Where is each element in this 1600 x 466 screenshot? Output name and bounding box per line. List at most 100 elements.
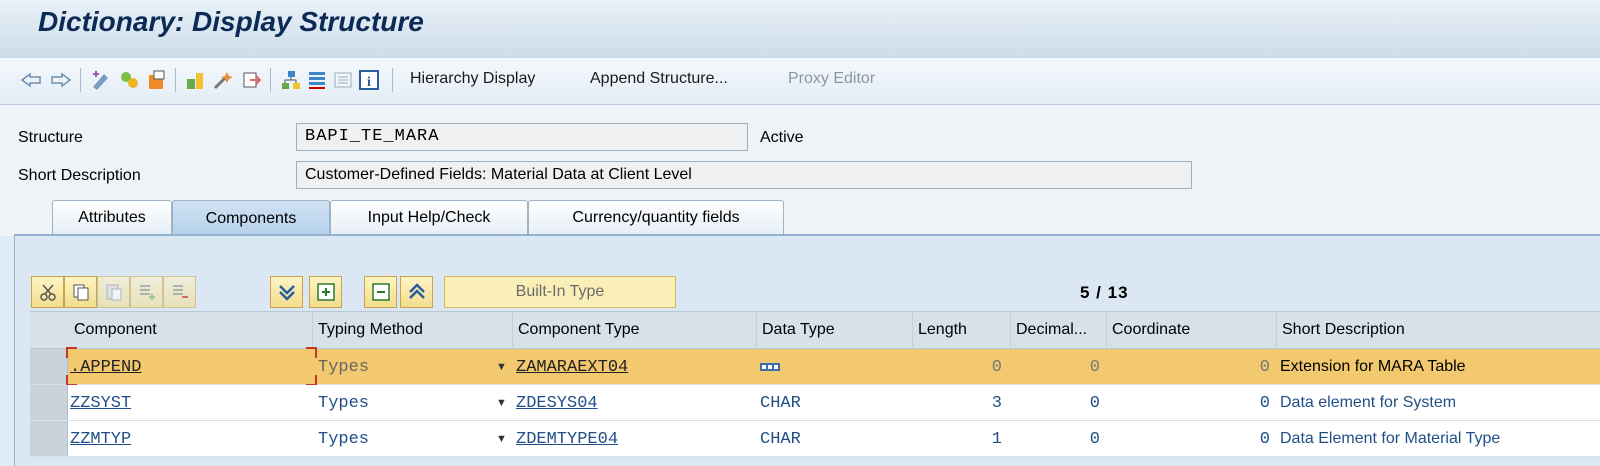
cut-button[interactable] [31,276,64,308]
collapse-all-button[interactable] [400,276,433,308]
row-counter: 5 / 13 [1080,283,1129,302]
test-icon[interactable] [240,69,262,91]
component-type-link[interactable]: ZDEMTYPE04 [516,430,618,449]
info-icon[interactable]: i [358,69,380,91]
typing-method-cell[interactable]: Types [318,349,498,385]
technical-settings-icon[interactable] [306,69,328,91]
column-header-short-description[interactable]: Short Description [1282,321,1405,339]
application-toolbar: i Hierarchy Display Append Structure... … [0,58,1600,105]
chevron-down-icon[interactable]: ▼ [496,349,507,385]
column-divider [1276,312,1277,350]
column-divider [1106,312,1107,350]
component-type-cell[interactable]: ZDESYS04 [516,385,752,421]
toolbar-separator [80,68,81,92]
row-selector[interactable] [30,349,68,384]
component-type-link[interactable]: ZDESYS04 [516,394,598,413]
data-type-cell[interactable]: CHAR [760,421,900,457]
tab-currency-quantity-fields[interactable]: Currency/quantity fields [528,200,784,234]
title-bar: Dictionary: Display Structure [0,0,1600,58]
column-divider [1010,312,1011,350]
where-used-icon[interactable] [146,69,168,91]
proxy-editor-button[interactable]: Proxy Editor [788,70,875,88]
insert-row-button[interactable] [130,276,163,308]
check-icon[interactable] [212,69,234,91]
built-in-type-button[interactable]: Built-In Type [444,276,676,308]
forward-icon[interactable] [50,69,72,91]
chevron-down-icon [278,285,295,301]
table-row[interactable]: .APPEND Types ▼ ZAMARAEXT04 0 0 0 Extens… [30,347,1600,386]
component-name[interactable]: ZZSYST [70,394,131,413]
short-description-field[interactable]: Customer-Defined Fields: Material Data a… [296,161,1192,189]
row-selector[interactable] [30,421,68,456]
activate-icon[interactable] [184,69,206,91]
data-type-cell [760,349,900,385]
chevron-down-icon[interactable]: ▼ [496,385,507,421]
tab-strip: Attributes Components Input Help/Check C… [0,198,1600,236]
component-cell[interactable]: ZZMTYP [70,421,310,457]
column-header-data-type[interactable]: Data Type [762,321,835,339]
coordinate-cell[interactable]: 0 [1112,349,1270,385]
table-row[interactable]: ZZMTYP Types ▼ ZDEMTYPE04 CHAR 1 0 0 Dat… [30,421,1600,457]
column-header-typing-method[interactable]: Typing Method [318,321,423,339]
tab-input-help-check[interactable]: Input Help/Check [330,200,528,234]
typing-method-cell[interactable]: Types [318,385,498,421]
tab-attributes[interactable]: Attributes [52,200,172,234]
svg-text:i: i [367,75,371,90]
scissors-icon [39,284,56,301]
expand-all-button[interactable] [270,276,303,308]
tab-components[interactable]: Components [172,200,330,236]
collapse-icon [371,283,390,301]
structure-type-icon [760,363,780,371]
component-type-link[interactable]: ZAMARAEXT04 [516,358,628,377]
paste-button[interactable] [97,276,130,308]
focus-corner [306,347,317,358]
status-text: Active [760,129,804,146]
append-structure-button[interactable]: Append Structure... [590,70,728,88]
structure-field[interactable]: BAPI_TE_MARA [296,123,748,151]
decimal-cell[interactable]: 0 [1016,385,1100,421]
expand-icon [316,283,335,301]
component-cell[interactable]: ZZSYST [70,385,310,421]
other-object-icon[interactable] [118,69,140,91]
collapse-node-button[interactable] [364,276,397,308]
table-header: Component Typing Method Component Type D… [30,311,1600,350]
length-cell[interactable]: 3 [918,385,1002,421]
expand-node-button[interactable] [309,276,342,308]
length-cell[interactable]: 0 [918,349,1002,385]
delete-row-button[interactable] [163,276,196,308]
back-icon[interactable] [20,69,42,91]
display-change-icon[interactable] [90,69,112,91]
component-name[interactable]: ZZMTYP [70,430,131,449]
typing-method-cell[interactable]: Types [318,421,498,457]
component-cell[interactable]: .APPEND [70,349,310,385]
coordinate-cell[interactable]: 0 [1112,385,1270,421]
toolbar-separator [392,68,393,92]
hierarchy-display-button[interactable]: Hierarchy Display [410,70,535,88]
length-cell[interactable]: 1 [918,421,1002,457]
component-type-cell[interactable]: ZAMARAEXT04 [516,349,752,385]
copy-button[interactable] [64,276,97,308]
hierarchy-icon[interactable] [280,69,302,91]
chevron-down-icon[interactable]: ▼ [496,421,507,457]
data-type-cell[interactable]: CHAR [760,385,900,421]
object-list-icon[interactable] [332,69,354,91]
column-header-component[interactable]: Component [74,321,157,339]
short-description-cell: Extension for MARA Table [1280,358,1466,375]
decimal-cell[interactable]: 0 [1016,421,1100,457]
copy-icon [73,284,88,301]
component-type-cell[interactable]: ZDEMTYPE04 [516,421,752,457]
column-header-component-type[interactable]: Component Type [518,321,640,339]
table-row[interactable]: ZZSYST Types ▼ ZDESYS04 CHAR 3 0 0 Data … [30,385,1600,421]
coordinate-cell[interactable]: 0 [1112,421,1270,457]
window-title: Dictionary: Display Structure [38,6,424,37]
delete-row-icon [172,285,188,298]
short-description-cell: Data element for System [1280,394,1457,411]
component-name[interactable]: .APPEND [70,358,141,377]
column-header-decimal[interactable]: Decimal... [1016,321,1087,339]
decimal-cell[interactable]: 0 [1016,349,1100,385]
row-selector[interactable] [30,385,68,420]
column-header-length[interactable]: Length [918,321,967,339]
column-divider [512,312,513,350]
column-header-coordinate[interactable]: Coordinate [1112,321,1190,339]
paste-icon [106,284,121,301]
